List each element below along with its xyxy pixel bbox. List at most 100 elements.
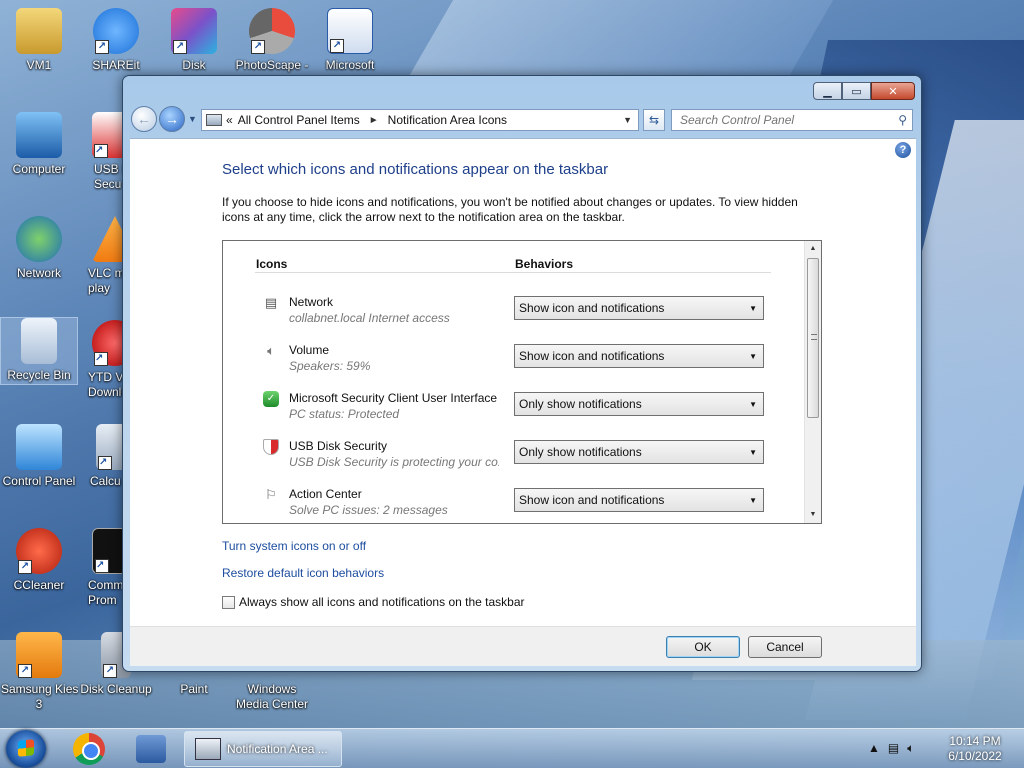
forward-button[interactable]: →: [159, 106, 185, 132]
network-tray-icon[interactable]: ▤: [888, 741, 899, 756]
desktop-icon-disk[interactable]: ↗ Disk: [156, 8, 232, 73]
row-status: collabnet.local Internet access: [289, 311, 450, 325]
desktop-icon-label: PhotoScape -: [235, 58, 309, 72]
window-caption-buttons: ▁ ▭ ✕: [813, 82, 915, 100]
search-box[interactable]: ⚲: [671, 109, 913, 131]
chevron-down-icon: ▼: [749, 399, 757, 409]
ok-button[interactable]: OK: [666, 636, 740, 658]
chrome-taskbar-icon[interactable]: [73, 733, 105, 765]
address-bar[interactable]: « All Control Panel Items ► Notification…: [201, 109, 639, 131]
behavior-dropdown[interactable]: Show icon and notifications ▼: [514, 296, 764, 320]
minimize-button[interactable]: ▁: [813, 82, 842, 100]
desktop-icon-photoscape[interactable]: ↗ PhotoScape -: [234, 8, 310, 73]
recent-pages-dropdown-icon[interactable]: ▼: [188, 114, 197, 124]
system-tray: ▲ ▤ 🔈︎: [868, 741, 914, 756]
photoscape-icon: ↗: [249, 8, 295, 54]
column-header-icons: Icons: [256, 257, 288, 271]
behavior-dropdown[interactable]: Show icon and notifications ▼: [514, 488, 764, 512]
header-divider: [255, 272, 771, 273]
recycle-bin-icon: [21, 318, 57, 364]
clock-time: 10:14 PM: [949, 734, 1001, 748]
breadcrumb-notification-area-icons[interactable]: Notification Area Icons: [388, 113, 507, 127]
maximize-button[interactable]: ▭: [842, 82, 871, 100]
search-icon[interactable]: ⚲: [898, 113, 907, 127]
clock[interactable]: 10:14 PM 6/10/2022: [936, 734, 1014, 764]
desktop-icon-computer[interactable]: Computer: [1, 112, 77, 177]
chevron-down-icon: ▼: [749, 495, 757, 505]
taskbar-item-label: Notification Area ...: [227, 742, 328, 756]
refresh-icon: ⇆: [648, 113, 660, 127]
user-folder-icon: [16, 8, 62, 54]
desktop-icon-calculator[interactable]: ↗ Calcu: [78, 424, 122, 489]
notification-area-icons-window[interactable]: ▁ ▭ ✕ ← → ▼ « All Control Panel Items ► …: [122, 75, 922, 672]
turn-system-icons-link[interactable]: Turn system icons on or off: [222, 539, 366, 553]
desktop-icon-label: SHAREit: [92, 58, 140, 72]
desktop-icon-command-prompt[interactable]: ↗ Comm Prom: [78, 528, 122, 608]
address-dropdown-icon[interactable]: ▼: [623, 115, 632, 125]
desktop-icon-vlc[interactable]: VLC m play: [78, 216, 122, 296]
desktop-icon-label: VM1: [26, 58, 52, 72]
address-overflow-chevron[interactable]: «: [226, 113, 233, 127]
taskbar-item-notification-area[interactable]: Notification Area ...: [184, 731, 342, 767]
desktop-icon-shareit[interactable]: ↗ SHAREit: [78, 8, 154, 73]
behavior-dropdown[interactable]: Only show notifications ▼: [514, 440, 764, 464]
show-hidden-icons-icon[interactable]: ▲: [868, 741, 880, 756]
help-button[interactable]: ?: [895, 142, 911, 158]
list-scrollbar[interactable]: ▲ ▼: [804, 241, 821, 523]
desktop-icon-ccleaner[interactable]: ↗ CCleaner: [1, 528, 77, 593]
start-button[interactable]: [6, 730, 46, 768]
refresh-button[interactable]: ⇆: [643, 109, 665, 131]
breadcrumb-separator-icon[interactable]: ►: [369, 115, 379, 126]
desktop-icon-network[interactable]: Network: [1, 216, 77, 281]
desktop-icon-samsung-kies[interactable]: ↗ Samsung Kies 3: [1, 632, 78, 712]
desktop-icon-control-panel[interactable]: Control Panel: [1, 424, 77, 489]
scroll-thumb[interactable]: [807, 258, 819, 418]
vlc-cone-icon: [92, 216, 122, 262]
content-pane: ? Select which icons and notifications a…: [130, 138, 916, 626]
desktop-icon-microsoft-word[interactable]: ↗ Microsoft: [312, 8, 388, 73]
desktop-icon-label: Network: [16, 266, 61, 280]
behavior-dropdown[interactable]: Only show notifications ▼: [514, 392, 764, 416]
desktop-icon-vm1[interactable]: VM1: [1, 8, 77, 73]
behavior-selected-value: Show icon and notifications: [519, 493, 665, 507]
computer-icon: [16, 112, 62, 158]
breadcrumb-all-control-panel-items[interactable]: All Control Panel Items: [238, 113, 360, 127]
network-globe-icon: [16, 216, 62, 262]
back-button[interactable]: ←: [131, 106, 157, 132]
control-panel-window-icon: [195, 738, 221, 760]
column-header-behaviors: Behaviors: [515, 257, 574, 271]
notification-icons-list[interactable]: Icons Behaviors ▤ Network collabnet.loca…: [222, 240, 822, 524]
close-button[interactable]: ✕: [871, 82, 915, 100]
restore-default-behaviors-link[interactable]: Restore default icon behaviors: [222, 566, 384, 580]
always-show-all-checkbox[interactable]: Always show all icons and notifications …: [222, 595, 525, 609]
close-icon: ✕: [888, 85, 898, 98]
checkbox-box[interactable]: [222, 595, 235, 609]
forward-arrow-icon: →: [165, 111, 179, 127]
behavior-dropdown[interactable]: Show icon and notifications ▼: [514, 344, 764, 368]
search-input[interactable]: [680, 113, 885, 127]
desktop-icon-usb-disk-security[interactable]: ↗ USB D Secu: [78, 112, 122, 192]
row-status: PC status: Protected: [289, 407, 400, 421]
desktop-icon-ytd[interactable]: ↗ YTD V Downlo: [78, 320, 122, 400]
checkbox-label: Always show all icons and notifications …: [239, 595, 525, 609]
row-name: Network: [289, 295, 334, 309]
explorer-taskbar-icon[interactable]: [136, 735, 166, 763]
desktop-icon-label: Control Panel: [2, 474, 76, 488]
desktop-icon-label: Disk Cleanup: [80, 682, 152, 696]
list-item: 🔈︎ Volume Speakers: 59% Show icon and no…: [223, 339, 803, 387]
row-name: Microsoft Security Client User Interface: [289, 391, 498, 405]
kies-icon: ↗: [16, 632, 62, 678]
maximize-icon: ▭: [851, 85, 862, 98]
windows-logo-icon: [18, 739, 34, 757]
taskbar: Notification Area ... ▲ ▤ 🔈︎ 10:14 PM 6/…: [0, 728, 1024, 768]
page-title: Select which icons and notifications app…: [222, 161, 609, 178]
desktop-icon-label: YTD V Downlo: [88, 370, 122, 399]
cancel-button[interactable]: Cancel: [748, 636, 822, 658]
scroll-down-icon[interactable]: ▼: [805, 507, 821, 523]
scroll-up-icon[interactable]: ▲: [805, 241, 821, 257]
list-item: ▤ Network collabnet.local Internet acces…: [223, 291, 803, 339]
desktop-icon-recycle-bin[interactable]: Recycle Bin: [0, 317, 78, 385]
volume-tray-icon[interactable]: 🔈︎: [907, 741, 914, 756]
desktop-icon-label: Computer: [12, 162, 66, 176]
desktop-icon-label: Calcu: [90, 474, 121, 488]
